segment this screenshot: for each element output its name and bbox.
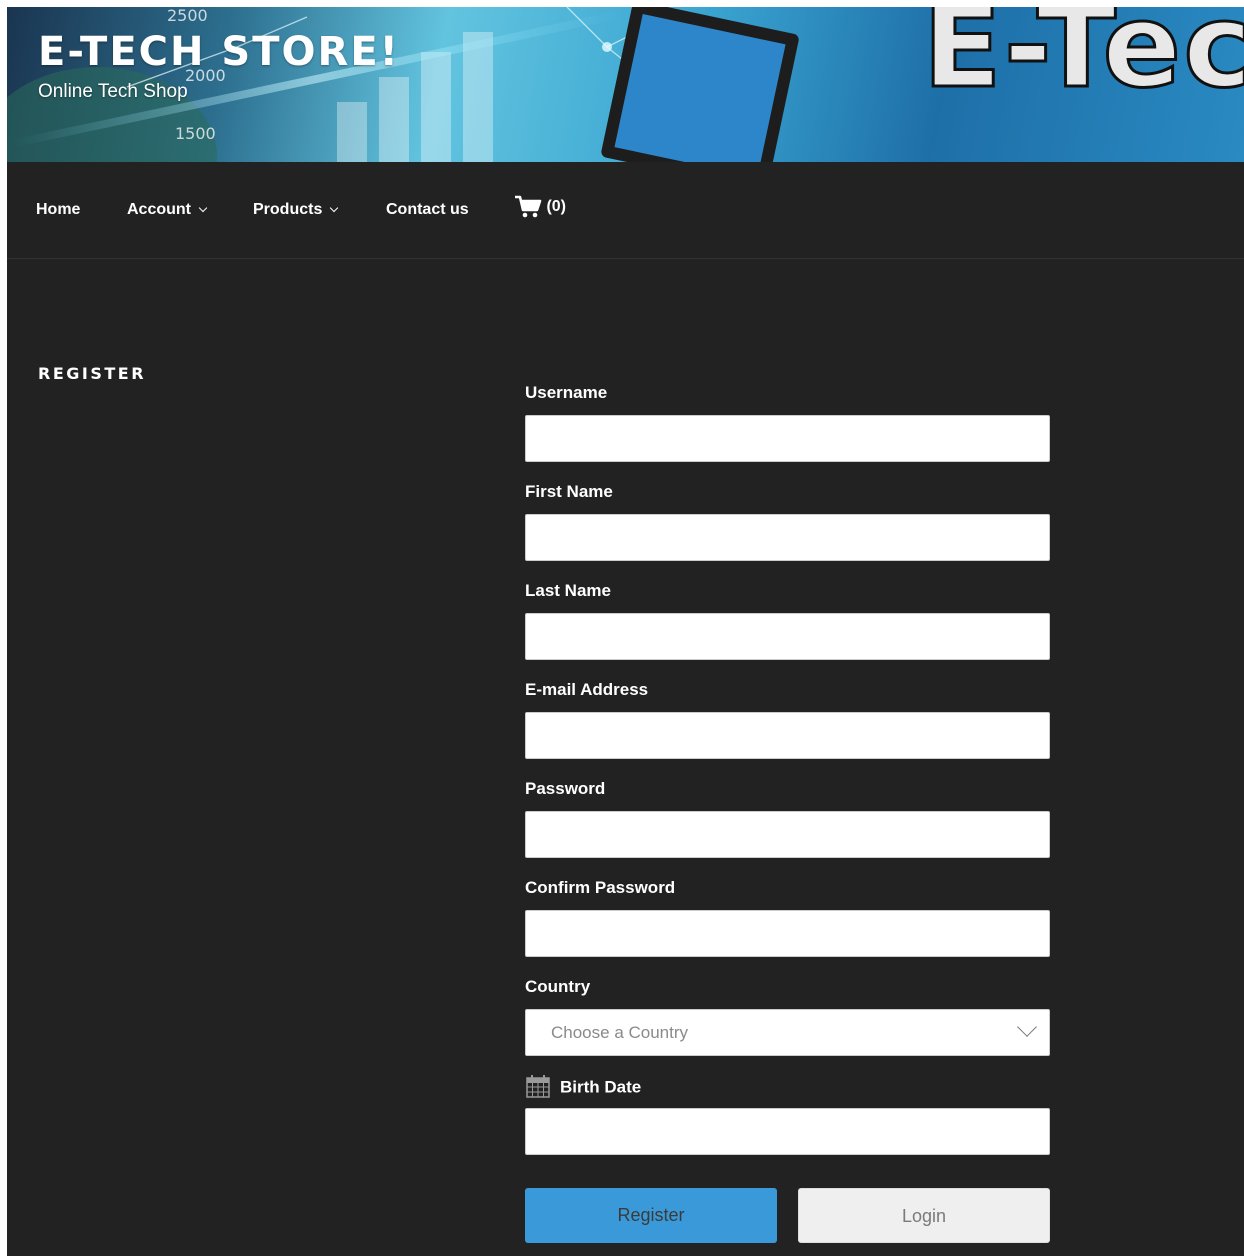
nav-item-label: Products xyxy=(253,201,323,218)
page-title: REGISTER xyxy=(38,364,147,383)
nav-item-contact[interactable]: Contact us xyxy=(386,201,469,219)
birth-date-label-row: Birth Date xyxy=(525,1075,1050,1098)
register-button[interactable]: Register xyxy=(525,1188,777,1243)
nav-item-label: Account xyxy=(127,201,191,218)
field-confirm-password: Confirm Password xyxy=(525,877,1050,976)
cart-icon xyxy=(515,195,542,218)
site-description: Online Tech Shop xyxy=(38,81,188,102)
field-birth-date: Birth Date xyxy=(525,1075,1050,1174)
last-name-label: Last Name xyxy=(525,581,611,600)
banner-number: 2500 xyxy=(167,7,208,25)
nav-item-home[interactable]: Home xyxy=(36,201,80,219)
cart-count: (0) xyxy=(546,198,567,216)
email-input[interactable] xyxy=(525,712,1050,759)
first-name-input[interactable] xyxy=(525,514,1050,561)
password-input[interactable] xyxy=(525,811,1050,858)
last-name-input[interactable] xyxy=(525,613,1050,660)
register-form: Username First Name Last Name E-mail Add… xyxy=(525,382,1050,1174)
confirm-password-label: Confirm Password xyxy=(525,878,676,897)
username-input[interactable] xyxy=(525,415,1050,462)
field-last-name: Last Name xyxy=(525,580,1050,679)
login-button[interactable]: Login xyxy=(798,1188,1050,1243)
birth-date-label: Birth Date xyxy=(560,1077,642,1097)
cart-link[interactable]: (0) xyxy=(514,195,566,219)
field-password: Password xyxy=(525,778,1050,877)
banner-number: 1500 xyxy=(175,124,216,143)
country-label: Country xyxy=(525,977,591,996)
chevron-down-icon xyxy=(1017,1017,1037,1037)
page: 2500 2000 1500 E-Tec E-TECH STORE! Onlin… xyxy=(7,7,1244,1256)
country-select-placeholder: Choose a Country xyxy=(551,1023,689,1042)
nav-item-label: Home xyxy=(36,201,81,218)
field-username: Username xyxy=(525,382,1050,481)
calendar-icon xyxy=(526,1075,550,1098)
chevron-down-icon xyxy=(330,203,339,213)
field-email: E-mail Address xyxy=(525,679,1050,778)
username-label: Username xyxy=(525,383,608,402)
nav-item-label: Contact us xyxy=(386,201,469,218)
country-select[interactable]: Choose a Country xyxy=(525,1009,1050,1056)
email-label: E-mail Address xyxy=(525,680,649,699)
birth-date-input[interactable] xyxy=(525,1108,1050,1155)
confirm-password-input[interactable] xyxy=(525,910,1050,957)
nav-item-account[interactable]: Account xyxy=(127,201,208,219)
main-navigation: Home Account Products Contact us (0) xyxy=(7,162,1244,259)
header-banner: 2500 2000 1500 E-Tec E-TECH STORE! Onlin… xyxy=(7,7,1244,162)
nav-item-products[interactable]: Products xyxy=(253,201,339,219)
field-country: Country Choose a Country xyxy=(525,976,1050,1075)
banner-logo-text: E-Tec xyxy=(921,7,1244,116)
site-title[interactable]: E-TECH STORE! xyxy=(38,29,400,75)
field-first-name: First Name xyxy=(525,481,1050,580)
first-name-label: First Name xyxy=(525,482,613,501)
chevron-down-icon xyxy=(198,203,208,213)
password-label: Password xyxy=(525,779,606,798)
